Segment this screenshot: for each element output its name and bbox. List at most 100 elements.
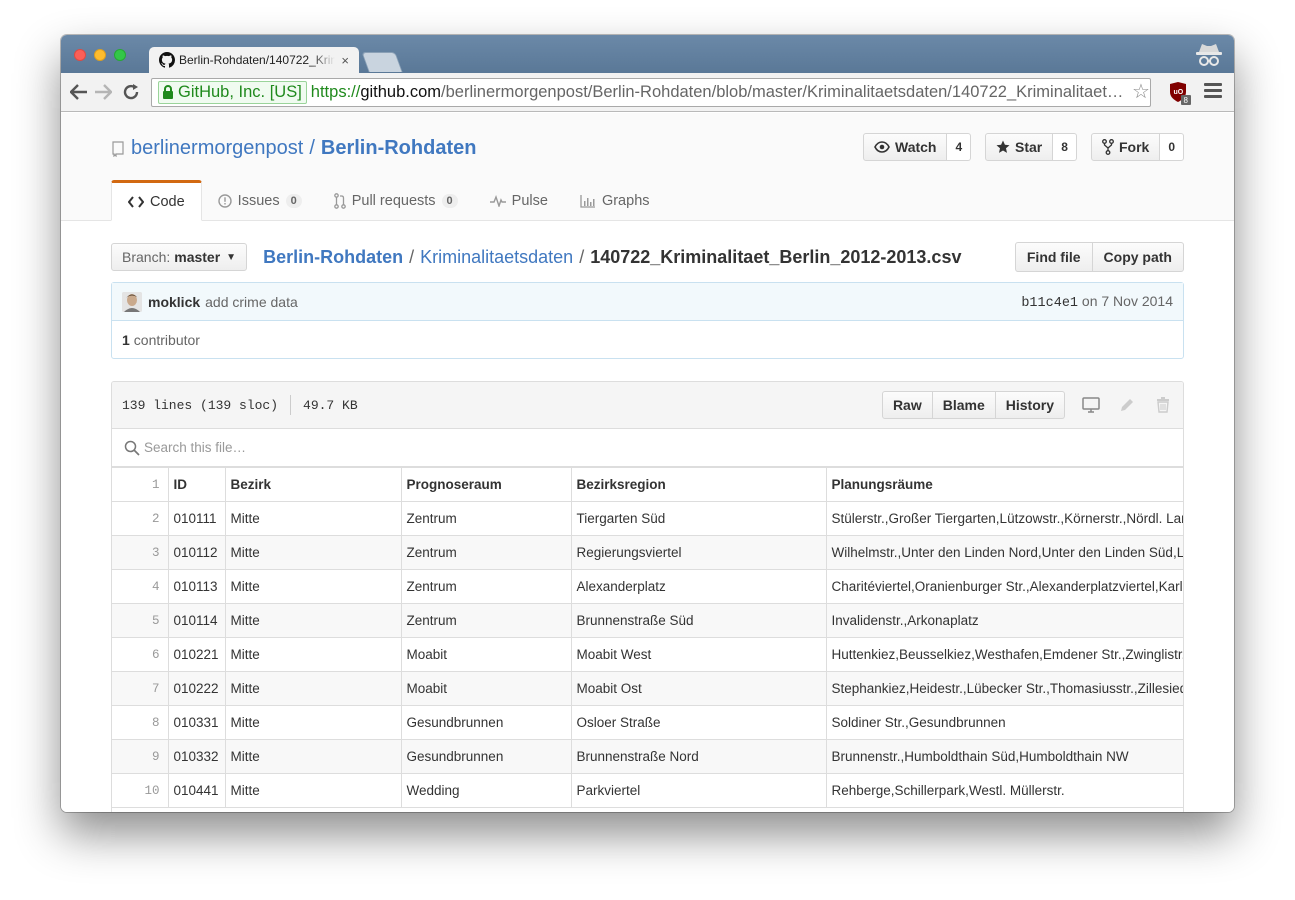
watch-label: Watch [895, 139, 937, 155]
new-tab-button[interactable] [361, 52, 403, 72]
table-cell: Invalidenstr.,Arkonaplatz [825, 603, 1183, 638]
table-cell: 010114 [167, 603, 226, 638]
ev-certificate-badge[interactable]: GitHub, Inc. [US] [158, 80, 307, 104]
table-cell: Moabit [400, 671, 572, 706]
tab-pull-requests[interactable]: Pull requests 0 [318, 180, 474, 221]
column-header: Bezirksregion [570, 467, 827, 502]
table-cell: 010222 [167, 671, 226, 706]
line-number[interactable]: 4 [112, 569, 169, 604]
tab-pulse[interactable]: Pulse [474, 180, 564, 221]
copy-path-button[interactable]: Copy path [1092, 242, 1184, 272]
line-number[interactable]: 7 [112, 671, 169, 706]
watch-control: Watch 4 [863, 133, 972, 161]
caret-down-icon: ▼ [226, 251, 237, 263]
tab-code[interactable]: Code [111, 180, 202, 221]
breadcrumb-root-link[interactable]: Berlin-Rohdaten [263, 247, 403, 268]
line-number[interactable]: 3 [112, 535, 169, 570]
bookmark-star-icon[interactable]: ☆ [1132, 79, 1150, 104]
url-path: /berlinermorgenpost/Berlin-Rohdaten/blob… [441, 82, 1124, 101]
tab-issues-label: Issues [237, 192, 280, 209]
fork-count[interactable]: 0 [1160, 133, 1185, 161]
tab-graphs[interactable]: Graphs [564, 180, 666, 221]
line-number[interactable]: 6 [112, 637, 169, 672]
hamburger-menu-icon[interactable] [1204, 83, 1222, 99]
pulls-count: 0 [441, 193, 458, 208]
url-host: github.com [360, 82, 442, 101]
star-icon [996, 140, 1010, 153]
find-file-button[interactable]: Find file [1014, 242, 1093, 272]
title-bar: Berlin-Rohdaten/140722_Kriminalitaetsdat… [61, 35, 1234, 73]
file-search-input[interactable] [144, 440, 544, 455]
table-row: 2 010111 Mitte Zentrum Tiergarten Süd Stülers… [112, 501, 1183, 536]
line-number[interactable]: 8 [112, 705, 169, 740]
commit-message-link[interactable]: add crime data [205, 294, 298, 310]
tab-close-icon[interactable]: × [341, 53, 349, 68]
lock-icon [163, 85, 173, 99]
table-row: 6 010221 Mitte Moabit Moabit West Huttenkiez,… [112, 637, 1183, 672]
avatar[interactable] [122, 291, 142, 312]
breadcrumb-dir-link[interactable]: Kriminalitaetsdaten [420, 247, 573, 268]
reload-icon[interactable] [119, 80, 143, 104]
pull-request-icon [333, 192, 346, 209]
repo-owner-link[interactable]: berlinermorgenpost [131, 137, 303, 160]
table-cell: Mitte [224, 739, 402, 774]
commit-author-link[interactable]: moklick [148, 294, 200, 310]
branch-selector[interactable]: Branch: master ▼ [111, 243, 248, 271]
repo-name-link[interactable]: Berlin-Rohdaten [321, 137, 477, 160]
column-header: Prognoseraum [400, 467, 572, 502]
line-number[interactable]: 1 [112, 467, 169, 502]
commit-tease: moklick add crime data b11c4e1 on 7 Nov … [111, 282, 1184, 359]
search-icon [124, 440, 140, 456]
pencil-icon[interactable] [1117, 395, 1137, 415]
star-count[interactable]: 8 [1053, 133, 1077, 161]
table-row: 4 010113 Mitte Zentrum Alexanderplatz Charité… [112, 569, 1183, 604]
file-size: 49.7 KB [303, 397, 358, 413]
eye-icon [874, 141, 890, 153]
browser-toolbar: GitHub, Inc. [US] https://github.com/ber… [61, 73, 1234, 112]
line-number[interactable]: 10 [112, 773, 169, 808]
minimize-window-button[interactable] [94, 49, 106, 61]
contributors-count: 1 [122, 332, 130, 348]
watch-count[interactable]: 4 [947, 133, 972, 161]
tab-issues[interactable]: Issues 0 [202, 180, 318, 221]
repo-nav: Code Issues 0 Pull requests 0 Pulse Grap… [111, 180, 666, 221]
file-search-row [112, 429, 1183, 467]
table-cell: 010221 [167, 637, 226, 672]
blame-button[interactable]: Blame [932, 391, 996, 419]
table-row: 9 010332 Mitte Gesundbrunnen Brunnenstraße N… [112, 739, 1183, 774]
fork-button[interactable]: Fork [1091, 133, 1161, 161]
column-header: ID [167, 467, 226, 502]
ublock-extension-icon[interactable]: uO 8 [1169, 81, 1191, 105]
column-header: Bezirk [224, 467, 402, 502]
close-window-button[interactable] [74, 49, 86, 61]
line-number[interactable]: 5 [112, 603, 169, 638]
raw-button[interactable]: Raw [881, 391, 933, 419]
table-cell: Mitte [224, 705, 402, 740]
line-number[interactable]: 2 [112, 501, 169, 536]
table-cell: Stephankiez,Heidestr.,Lübecker Str.,Thom… [825, 671, 1183, 706]
commit-sha-link[interactable]: b11c4e1 [1021, 296, 1078, 311]
desktop-icon[interactable] [1081, 395, 1101, 415]
table-cell: Zentrum [400, 501, 572, 536]
table-cell: Moabit West [570, 637, 827, 672]
file-actions: Raw Blame History [881, 391, 1173, 419]
maximize-window-button[interactable] [114, 49, 126, 61]
star-button[interactable]: Star [985, 133, 1054, 161]
tab-graphs-label: Graphs [601, 192, 650, 209]
file-action-buttons: Raw Blame History [881, 391, 1065, 419]
fork-icon [1102, 139, 1114, 155]
incognito-icon [1196, 44, 1222, 66]
file-navigation: Branch: master ▼ Berlin-Rohdaten / Krimi… [111, 242, 1184, 272]
line-number[interactable]: 9 [112, 739, 169, 774]
watch-button[interactable]: Watch [863, 133, 948, 161]
address-bar[interactable]: GitHub, Inc. [US] https://github.com/ber… [151, 77, 1151, 107]
back-icon[interactable] [67, 80, 91, 104]
history-button[interactable]: History [995, 391, 1065, 419]
contributors-info[interactable]: 1 contributor [112, 321, 1183, 359]
table-cell: Soldiner Str.,Gesundbrunnen [825, 705, 1183, 740]
trash-icon[interactable] [1153, 395, 1173, 415]
browser-tab[interactable]: Berlin-Rohdaten/140722_Kriminalitaetsdat… [149, 47, 359, 73]
forward-icon[interactable] [91, 80, 115, 104]
commit-date: on 7 Nov 2014 [1081, 292, 1173, 309]
table-cell: 010112 [167, 535, 226, 570]
